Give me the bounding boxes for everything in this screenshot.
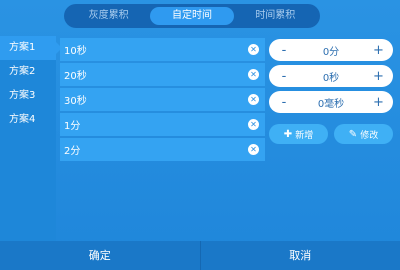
second-stepper: - 0秒 +	[269, 65, 393, 87]
edit-button[interactable]: ✎ 修改	[334, 124, 393, 144]
millisecond-increment-button[interactable]: +	[373, 95, 384, 110]
tab-custom-time[interactable]: 自定时间	[150, 7, 234, 25]
tab-grayscale-accumulate[interactable]: 灰度累积	[67, 7, 150, 25]
millisecond-stepper: - 0毫秒 +	[269, 91, 393, 113]
add-button[interactable]: ✚ 新增	[269, 124, 328, 144]
clear-icon[interactable]: ✕	[248, 69, 259, 80]
second-increment-button[interactable]: +	[373, 69, 384, 84]
time-steppers: - 0分 + - 0秒 + - 0毫秒 +	[269, 39, 393, 117]
mode-tab-bar: 灰度累积 自定时间 时间累积	[64, 4, 320, 28]
clear-icon[interactable]: ✕	[248, 94, 259, 105]
list-item[interactable]: 30秒 ✕	[60, 88, 265, 111]
sidebar-item-scheme-4[interactable]: 方案4	[0, 108, 56, 132]
millisecond-decrement-button[interactable]: -	[279, 95, 289, 110]
minute-decrement-button[interactable]: -	[279, 43, 289, 58]
list-item-label: 1分	[64, 121, 81, 132]
sidebar-item-scheme-3[interactable]: 方案3	[0, 84, 56, 108]
clear-icon[interactable]: ✕	[248, 144, 259, 155]
list-item-label: 2分	[64, 146, 81, 157]
tab-time-accumulate[interactable]: 时间累积	[234, 7, 317, 25]
clear-icon[interactable]: ✕	[248, 44, 259, 55]
time-list: 10秒 ✕ 20秒 ✕ 30秒 ✕ 1分 ✕ 2分 ✕	[60, 38, 265, 163]
footer-bar: 确定 取消	[0, 241, 400, 270]
minute-value[interactable]: 0分	[289, 43, 373, 58]
list-item-label: 30秒	[64, 96, 87, 107]
list-item[interactable]: 2分 ✕	[60, 138, 265, 161]
list-item-label: 20秒	[64, 71, 87, 82]
second-decrement-button[interactable]: -	[279, 69, 289, 84]
scheme-sidebar: 方案1 方案2 方案3 方案4	[0, 36, 62, 241]
clear-icon[interactable]: ✕	[248, 119, 259, 130]
add-button-label: 新增	[295, 130, 314, 141]
edit-button-label: 修改	[360, 130, 379, 141]
plus-icon: ✚	[283, 128, 293, 140]
millisecond-value[interactable]: 0毫秒	[289, 95, 373, 110]
sidebar-item-scheme-1[interactable]: 方案1	[0, 36, 62, 60]
minute-stepper: - 0分 +	[269, 39, 393, 61]
list-item[interactable]: 1分 ✕	[60, 113, 265, 136]
minute-increment-button[interactable]: +	[373, 43, 384, 58]
sidebar-item-scheme-2[interactable]: 方案2	[0, 60, 56, 84]
second-value[interactable]: 0秒	[289, 69, 373, 84]
action-buttons: ✚ 新增 ✎ 修改	[269, 124, 393, 144]
list-item[interactable]: 10秒 ✕	[60, 38, 265, 61]
edit-icon: ✎	[348, 128, 358, 140]
list-item[interactable]: 20秒 ✕	[60, 63, 265, 86]
list-item-label: 10秒	[64, 46, 87, 57]
cancel-button[interactable]: 取消	[199, 241, 400, 270]
confirm-button[interactable]: 确定	[0, 241, 200, 270]
